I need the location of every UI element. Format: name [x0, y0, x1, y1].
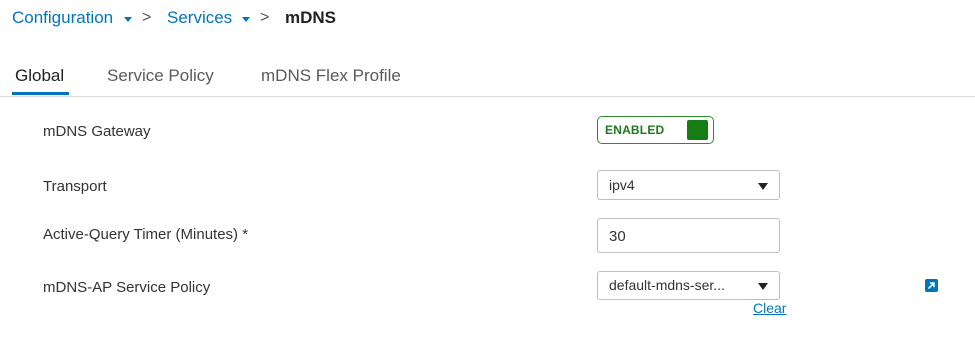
service-policy-select[interactable]: default-mdns-ser... — [597, 271, 780, 300]
toggle-knob — [687, 120, 708, 140]
chevron-right-icon: > — [260, 9, 270, 26]
chevron-right-icon: > — [142, 9, 152, 26]
tab-global[interactable]: Global — [15, 66, 64, 86]
breadcrumb-configuration-link[interactable]: Configuration — [12, 8, 113, 28]
clear-link[interactable]: Clear — [753, 300, 786, 316]
transport-select-value: ipv4 — [609, 177, 635, 193]
caret-down-icon[interactable] — [242, 17, 250, 22]
caret-down-icon[interactable] — [124, 17, 132, 22]
tab-mdns-flex-profile[interactable]: mDNS Flex Profile — [261, 66, 401, 86]
active-query-timer-input[interactable]: 30 — [597, 218, 780, 253]
caret-down-icon — [758, 183, 768, 190]
breadcrumb-current: mDNS — [285, 8, 337, 27]
service-policy-select-value: default-mdns-ser... — [609, 277, 725, 293]
external-link-icon[interactable] — [925, 279, 938, 292]
mdns-gateway-toggle[interactable]: ENABLED — [597, 116, 714, 144]
tab-service-policy[interactable]: Service Policy — [107, 66, 214, 86]
active-tab-indicator — [12, 92, 69, 95]
active-query-timer-value: 30 — [609, 228, 626, 245]
tabs-divider — [0, 96, 975, 97]
toggle-state-text: ENABLED — [605, 123, 665, 137]
active-query-timer-label: Active-Query Timer (Minutes) * — [43, 226, 249, 243]
mdns-gateway-label: mDNS Gateway — [43, 123, 151, 140]
service-policy-label: mDNS-AP Service Policy — [43, 279, 211, 296]
transport-label: Transport — [43, 178, 107, 195]
caret-down-icon — [758, 283, 768, 290]
transport-select[interactable]: ipv4 — [597, 170, 780, 200]
breadcrumb-services-link[interactable]: Services — [167, 8, 232, 28]
